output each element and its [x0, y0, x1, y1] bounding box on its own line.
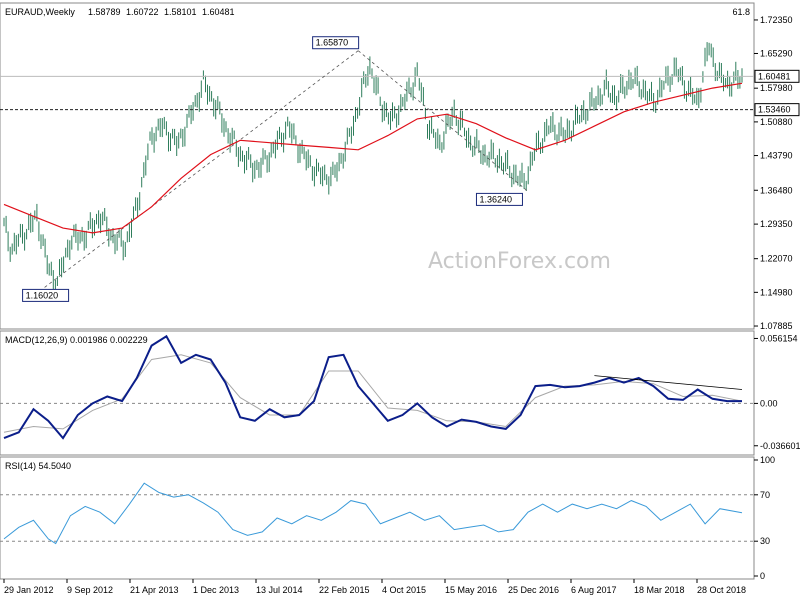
price-y-axis: 1.72350 1.65290 1.57980 1.50880 1.43790 1.364… — [754, 15, 800, 331]
macd-title: MACD(12,26,9) 0.001986 0.002229 — [5, 335, 148, 345]
x-tick-label-3: 1 Dec 2013 — [193, 585, 239, 595]
macd-panel-frame — [0, 330, 755, 456]
price-title: EURAUD,Weekly — [5, 7, 75, 17]
ohlc-open: 1.58789 — [88, 7, 121, 17]
x-tick-label-7: 15 May 2016 — [445, 585, 497, 595]
x-tick-label-5: 22 Feb 2015 — [319, 585, 370, 595]
x-tick-label-10: 18 Mar 2018 — [634, 585, 685, 595]
price-tick-label-4: 1.43790 — [760, 151, 793, 161]
rsi-tick-label-0: 100 — [760, 455, 775, 465]
price-tick-label-7: 1.22070 — [760, 254, 793, 264]
price-panel: EURAUD,Weekly 1.58789 1.60722 1.58101 1.… — [0, 2, 800, 331]
rsi-panel-frame — [0, 456, 755, 580]
swing-label-2: 1.36240 — [479, 194, 512, 204]
chart-canvas: EURAUD,Weekly 1.58789 1.60722 1.58101 1.… — [0, 2, 800, 595]
fib-corner-label: 61.8 — [732, 7, 750, 17]
x-tick-label-9: 6 Aug 2017 — [571, 585, 617, 595]
x-tick-label-0: 29 Jan 2012 — [4, 585, 54, 595]
price-tick-label-6: 1.29350 — [760, 219, 793, 229]
price-tick-label-2: 1.57980 — [760, 83, 793, 93]
x-tick-label-4: 13 Jul 2014 — [256, 585, 303, 595]
rsi-tick-label-3: 0 — [760, 571, 765, 581]
x-tick-label-6: 4 Oct 2015 — [382, 585, 426, 595]
price-panel-frame — [0, 2, 755, 330]
ohlc-close: 1.60481 — [202, 7, 235, 17]
ohlc-high: 1.60722 — [126, 7, 159, 17]
rsi-tick-label-1: 70 — [760, 490, 770, 500]
macd-tick-label-0: 0.056154 — [760, 333, 798, 343]
macd-panel: MACD(12,26,9) 0.001986 0.002229 0.056154… — [0, 330, 800, 456]
rsi-title: RSI(14) 54.5040 — [5, 461, 71, 471]
price-title-text: EURAUD,Weekly — [5, 7, 75, 17]
price-tick-label-9: 1.07885 — [760, 321, 793, 331]
macd-tick-label-1: 0.00 — [760, 398, 778, 408]
rsi-y-axis: 100 70 30 0 — [754, 455, 775, 581]
swing-label-1: 1.65870 — [316, 38, 349, 48]
x-tick-label-1: 9 Sep 2012 — [67, 585, 113, 595]
watermark: ActionForex.com — [428, 249, 611, 274]
rsi-tick-label-2: 30 — [760, 536, 770, 546]
rsi-panel: RSI(14) 54.5040 100 70 30 0 — [0, 455, 775, 581]
current-price-label: 1.60481 — [758, 71, 791, 81]
price-tick-label-8: 1.14980 — [760, 287, 793, 297]
price-tick-label-5: 1.36480 — [760, 185, 793, 195]
macd-tick-label-2: -0.036601 — [760, 441, 800, 451]
price-tick-label-3: 1.50880 — [760, 117, 793, 127]
ohlc-low: 1.58101 — [164, 7, 197, 17]
x-tick-label-11: 28 Oct 2018 — [697, 585, 746, 595]
x-tick-label-2: 21 Apr 2013 — [130, 585, 179, 595]
x-axis: 29 Jan 2012 9 Sep 2012 21 Apr 2013 1 Dec 20… — [3, 579, 746, 595]
price-tick-label-1: 1.65290 — [760, 48, 793, 58]
swing-label-0: 1.16020 — [26, 290, 59, 300]
x-tick-label-8: 25 Dec 2016 — [508, 585, 559, 595]
macd-y-axis: 0.056154 0.00 -0.036601 — [754, 333, 800, 451]
support-price-label: 1.53460 — [758, 105, 791, 115]
price-tick-label-0: 1.72350 — [760, 15, 793, 25]
